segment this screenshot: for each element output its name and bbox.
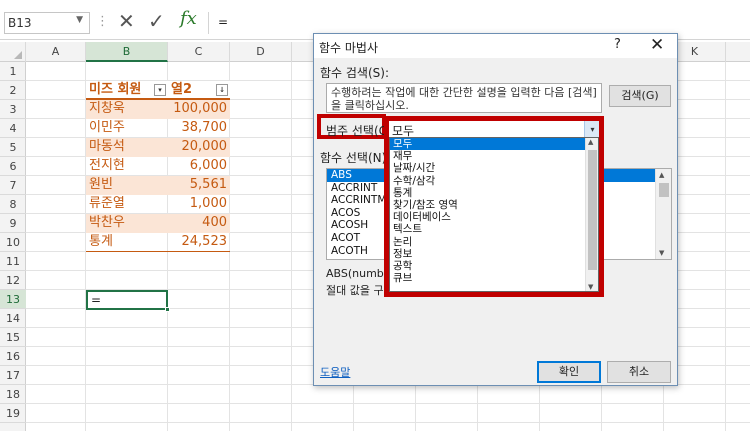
row-header[interactable]: 16	[0, 347, 26, 366]
row-header[interactable]: 19	[0, 404, 26, 423]
table-cell[interactable]: 38,700	[168, 119, 230, 138]
table-cell[interactable]: 원빈	[86, 176, 168, 195]
category-option[interactable]: 텍스트	[390, 223, 598, 235]
enter-formula-button[interactable]: ✓	[148, 9, 165, 33]
table-cell[interactable]: 24,523	[168, 233, 230, 252]
category-option[interactable]: 통계	[390, 187, 598, 199]
close-icon[interactable]: ✕	[650, 35, 664, 55]
category-dropdown-list[interactable]: 모두 재무 날짜/시간 수학/삼각 통계 찾기/참조 영역 데이터베이스 텍스트…	[389, 137, 599, 292]
search-label: 함수 검색(S):	[320, 66, 389, 80]
search-button[interactable]: 검색(G)	[609, 85, 671, 107]
table-header-cell[interactable]: 열2 ↓	[168, 81, 230, 100]
formula-input[interactable]: =	[212, 12, 744, 34]
sort-filter-icon[interactable]: ↓	[216, 84, 228, 96]
table-cell[interactable]: 20,000	[168, 138, 230, 157]
column-header-d[interactable]: D	[230, 42, 292, 62]
column-header-a[interactable]: A	[26, 42, 86, 62]
category-option[interactable]: 정보	[390, 248, 598, 260]
select-all-corner[interactable]	[0, 42, 26, 62]
table-cell[interactable]: 100,000	[168, 100, 230, 119]
filter-dropdown-icon[interactable]: ▾	[154, 84, 166, 96]
row-header[interactable]: 4	[0, 119, 26, 138]
dialog-title-bar[interactable]: 함수 마법사 ? ✕	[314, 34, 677, 58]
separator-dots-icon: ⋮	[96, 14, 109, 29]
row-header[interactable]: 12	[0, 271, 26, 290]
row-header[interactable]: 6	[0, 157, 26, 176]
table-cell[interactable]: 400	[168, 214, 230, 233]
row-header[interactable]: 7	[0, 176, 26, 195]
category-option[interactable]: 수학/삼각	[390, 175, 598, 187]
column-header-b[interactable]: B	[86, 42, 168, 62]
table-cell[interactable]: 류준열	[86, 195, 168, 214]
dialog-title: 함수 마법사	[319, 41, 379, 55]
row-header[interactable]: 8	[0, 195, 26, 214]
cancel-formula-button[interactable]: ✕	[118, 9, 135, 33]
row-headers: 1 2 3 4 5 6 7 8 9 10 11 12 13 14 15 16 1…	[0, 62, 26, 431]
row-header[interactable]: 14	[0, 309, 26, 328]
table-cell[interactable]: 지창욱	[86, 100, 168, 119]
category-option[interactable]: 데이터베이스	[390, 211, 598, 223]
function-list-label: 함수 선택(N):	[320, 151, 391, 165]
category-option[interactable]: 찾기/참조 영역	[390, 199, 598, 211]
category-option[interactable]: 날짜/시간	[390, 162, 598, 174]
scroll-up-icon[interactable]: ▲	[588, 138, 593, 146]
category-dropdown-scrollbar[interactable]: ▲ ▼	[585, 138, 598, 291]
insert-function-button[interactable]: fx	[180, 8, 197, 29]
table-cell[interactable]: 6,000	[168, 157, 230, 176]
category-option[interactable]: 공학	[390, 260, 598, 272]
table-header-label: 열2	[171, 82, 193, 97]
table-cell[interactable]: 5,561	[168, 176, 230, 195]
table-cell[interactable]: 전지현	[86, 157, 168, 176]
row-header[interactable]: 5	[0, 138, 26, 157]
row-header[interactable]: 10	[0, 233, 26, 252]
row-header-selected[interactable]: 13	[0, 290, 26, 309]
active-cell-value: =	[91, 293, 102, 307]
table-cell[interactable]: 이민주	[86, 119, 168, 138]
column-header-c[interactable]: C	[168, 42, 230, 62]
row-header[interactable]: 11	[0, 252, 26, 271]
fill-handle[interactable]	[165, 307, 170, 312]
row-header[interactable]: 15	[0, 328, 26, 347]
table-cell[interactable]: 마동석	[86, 138, 168, 157]
help-icon[interactable]: ?	[614, 37, 621, 52]
active-cell[interactable]: =	[86, 290, 170, 312]
scroll-down-icon[interactable]: ▼	[659, 249, 664, 257]
formula-bar-divider	[208, 12, 209, 34]
scroll-up-icon[interactable]: ▲	[659, 171, 664, 179]
category-option-selected[interactable]: 모두	[390, 138, 598, 151]
name-box-value: B13	[8, 16, 32, 30]
function-list-scrollbar[interactable]: ▲ ▼	[655, 169, 671, 259]
row-header[interactable]: 17	[0, 366, 26, 385]
row-header[interactable]: 9	[0, 214, 26, 233]
table-cell[interactable]: 통계	[86, 233, 168, 252]
gridline	[26, 422, 750, 423]
function-search-input[interactable]: 수행하려는 작업에 대한 간단한 설명을 입력한 다음 [검색]을 클릭하십시오…	[326, 83, 602, 113]
scroll-down-icon[interactable]: ▼	[588, 283, 593, 291]
name-box[interactable]: B13 ▼	[4, 12, 90, 34]
row-header[interactable]: 2	[0, 81, 26, 100]
chevron-down-icon[interactable]: ▼	[76, 15, 83, 25]
gridline	[26, 403, 750, 404]
table-cell[interactable]: 박찬우	[86, 214, 168, 233]
category-option[interactable]: 큐브	[390, 272, 598, 284]
table-header-label: 미즈 회원	[89, 82, 142, 97]
select-all-icon	[14, 51, 22, 59]
scroll-thumb[interactable]	[659, 183, 669, 197]
cancel-button[interactable]: 취소	[607, 361, 671, 383]
help-link[interactable]: 도움말	[320, 364, 350, 380]
table-cell[interactable]: 1,000	[168, 195, 230, 214]
row-header[interactable]: 18	[0, 385, 26, 404]
table-header-cell[interactable]: 미즈 회원 ▾	[86, 81, 168, 100]
row-header[interactable]: 3	[0, 100, 26, 119]
ok-button[interactable]: 확인	[537, 361, 601, 383]
category-option[interactable]: 재무	[390, 150, 598, 162]
scroll-thumb[interactable]	[588, 150, 597, 270]
category-option[interactable]: 논리	[390, 236, 598, 248]
row-header[interactable]: 1	[0, 62, 26, 81]
